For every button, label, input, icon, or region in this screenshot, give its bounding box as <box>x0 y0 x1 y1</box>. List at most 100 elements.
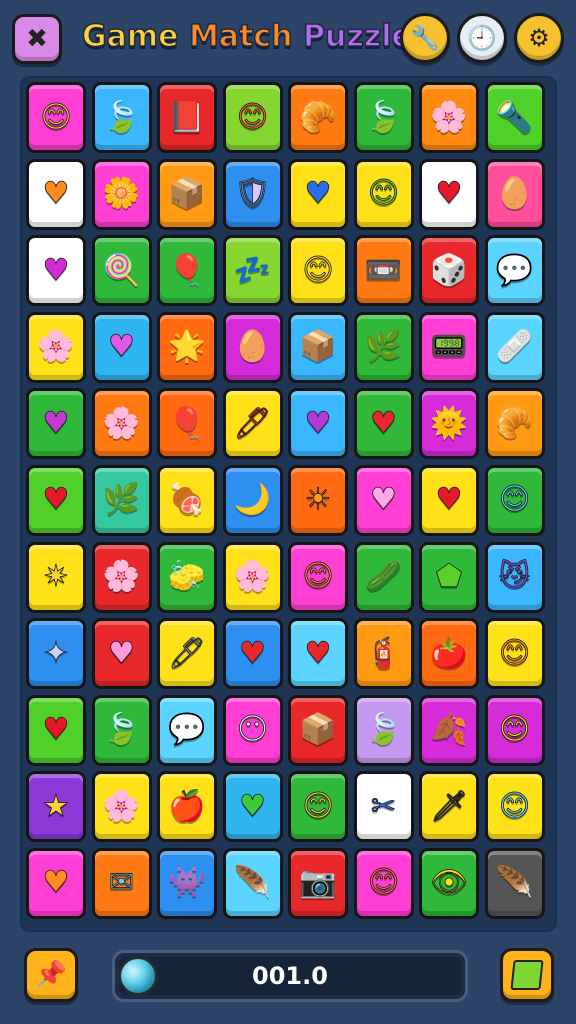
tile[interactable]: ♥ <box>288 618 348 690</box>
tile[interactable]: ♥ <box>26 847 86 919</box>
tile[interactable]: 🥐 <box>484 388 545 460</box>
tile[interactable]: ♥ <box>222 771 283 843</box>
tile[interactable]: 😊 <box>484 618 545 690</box>
tile[interactable]: 🥚 <box>484 158 545 230</box>
tile[interactable]: ♥ <box>91 618 152 690</box>
tile[interactable]: ♥ <box>26 464 86 536</box>
tile[interactable]: 🥚 <box>222 311 283 383</box>
tile-grid: 😊 🍃 📕 😊 🥐 🍃 🌸 🔦 ♥ 🌼 📦 🛡 ♥ 😊 ♥ 🥚 ♥ 🍭 🎈 💤 😊 📼 🎲 💬 🌸 ♥ 🌟 🥚 📦 🌿 📟 🩹 ♥ 🌸 🎈 🖊 ♥ ♥ 🌞 🥐… <box>26 82 545 919</box>
tile[interactable]: 🌿 <box>91 464 152 536</box>
tile[interactable]: 🍅 <box>419 618 479 690</box>
gear-button[interactable]: ⚙ <box>514 13 564 63</box>
tile[interactable]: 🍎 <box>157 771 217 843</box>
tile[interactable]: 📼 <box>353 235 414 307</box>
tile[interactable]: ♥ <box>26 388 86 460</box>
tile[interactable]: 👾 <box>157 847 217 919</box>
tile[interactable]: 🩹 <box>484 311 545 383</box>
tile[interactable]: 🌟 <box>157 311 217 383</box>
tile[interactable]: ♥ <box>26 694 86 766</box>
tile[interactable]: 😊 <box>26 82 86 153</box>
tile[interactable]: 😶 <box>222 694 283 766</box>
tile[interactable]: 😊 <box>288 235 348 307</box>
tile[interactable]: 😊 <box>288 771 348 843</box>
tile[interactable]: 🍂 <box>419 694 479 766</box>
tile[interactable]: 🎲 <box>419 235 479 307</box>
tile[interactable]: 🌸 <box>26 311 86 383</box>
tile[interactable]: ☀ <box>288 464 348 536</box>
tile[interactable]: 😼 <box>484 541 545 613</box>
tile[interactable]: ♥ <box>26 235 86 307</box>
tile[interactable]: 🌼 <box>91 158 152 230</box>
wrench-button[interactable]: 🔧 <box>400 13 450 63</box>
tile[interactable]: 😊 <box>353 158 414 230</box>
tile[interactable]: 💬 <box>484 235 545 307</box>
tile[interactable]: 🍃 <box>353 82 414 153</box>
tile-icon: 🛡 <box>233 176 272 212</box>
tile[interactable]: 🌸 <box>91 388 152 460</box>
tile[interactable]: ✂ <box>353 771 414 843</box>
tile[interactable]: 📦 <box>288 311 348 383</box>
tile[interactable]: 📦 <box>288 694 348 766</box>
tile[interactable]: 🌸 <box>91 541 152 613</box>
tile[interactable]: 😊 <box>288 541 348 613</box>
tile[interactable]: 😊 <box>484 464 545 536</box>
tile[interactable]: 🌞 <box>419 388 479 460</box>
tile[interactable]: ♥ <box>26 158 86 230</box>
tile[interactable]: ♥ <box>222 618 283 690</box>
tile[interactable]: 🍃 <box>91 694 152 766</box>
tile[interactable]: ♥ <box>353 464 414 536</box>
tile[interactable]: 🌙 <box>222 464 283 536</box>
tile[interactable]: 🧽 <box>157 541 217 613</box>
tile[interactable]: ✷ <box>26 541 86 613</box>
tile[interactable]: 💤 <box>222 235 283 307</box>
tile[interactable]: ♥ <box>419 464 479 536</box>
tile[interactable]: 🍖 <box>157 464 217 536</box>
tile[interactable]: ⬟ <box>419 541 479 613</box>
tile[interactable]: ♥ <box>288 158 348 230</box>
tile[interactable]: 😊 <box>484 771 545 843</box>
tile[interactable]: 🗡 <box>419 771 479 843</box>
tile[interactable]: 🎈 <box>157 388 217 460</box>
tile[interactable]: 🧯 <box>353 618 414 690</box>
tile[interactable]: 🪶 <box>222 847 283 919</box>
tile[interactable]: 🍃 <box>353 694 414 766</box>
green-square-button[interactable] <box>500 948 554 1002</box>
tile[interactable]: 😊 <box>484 694 545 766</box>
tile-icon: 😊 <box>367 176 400 212</box>
tile-icon: 🌙 <box>233 482 272 518</box>
tile[interactable]: 🎈 <box>157 235 217 307</box>
tile[interactable]: 🥒 <box>353 541 414 613</box>
tile[interactable]: ✉ <box>91 847 152 919</box>
tile[interactable]: 🌸 <box>419 82 479 153</box>
tile[interactable]: 📟 <box>419 311 479 383</box>
gear-icon: ⚙ <box>528 24 550 52</box>
tile[interactable]: ♥ <box>288 388 348 460</box>
tile[interactable]: 🌸 <box>222 541 283 613</box>
tile[interactable]: ✦ <box>26 618 86 690</box>
tile[interactable]: 😊 <box>353 847 414 919</box>
tile[interactable]: ♥ <box>419 158 479 230</box>
tile[interactable]: 🌿 <box>353 311 414 383</box>
crossed-sword-button[interactable]: ✖ <box>12 14 62 64</box>
clock-button[interactable]: 🕘 <box>457 13 507 63</box>
tile[interactable]: 🪶 <box>484 847 545 919</box>
tile[interactable]: 🔦 <box>484 82 545 153</box>
tile[interactable]: 🍭 <box>91 235 152 307</box>
tile[interactable]: 💬 <box>157 694 217 766</box>
tile[interactable]: 🖊 <box>222 388 283 460</box>
pin-button[interactable]: 📌 <box>24 948 78 1002</box>
tile[interactable]: 🍃 <box>91 82 152 153</box>
tile[interactable]: 📷 <box>288 847 348 919</box>
tile[interactable]: 🌸 <box>91 771 152 843</box>
tile[interactable]: 😊 <box>222 82 283 153</box>
tile[interactable]: 🖊 <box>157 618 217 690</box>
tile-icon: 🍃 <box>364 712 403 748</box>
tile[interactable]: 📕 <box>157 82 217 153</box>
tile[interactable]: ♥ <box>353 388 414 460</box>
tile[interactable]: 👁 <box>419 847 479 919</box>
tile[interactable]: ★ <box>26 771 86 843</box>
tile[interactable]: ♥ <box>91 311 152 383</box>
tile[interactable]: 🛡 <box>222 158 283 230</box>
tile[interactable]: 📦 <box>157 158 217 230</box>
tile[interactable]: 🥐 <box>288 82 348 153</box>
